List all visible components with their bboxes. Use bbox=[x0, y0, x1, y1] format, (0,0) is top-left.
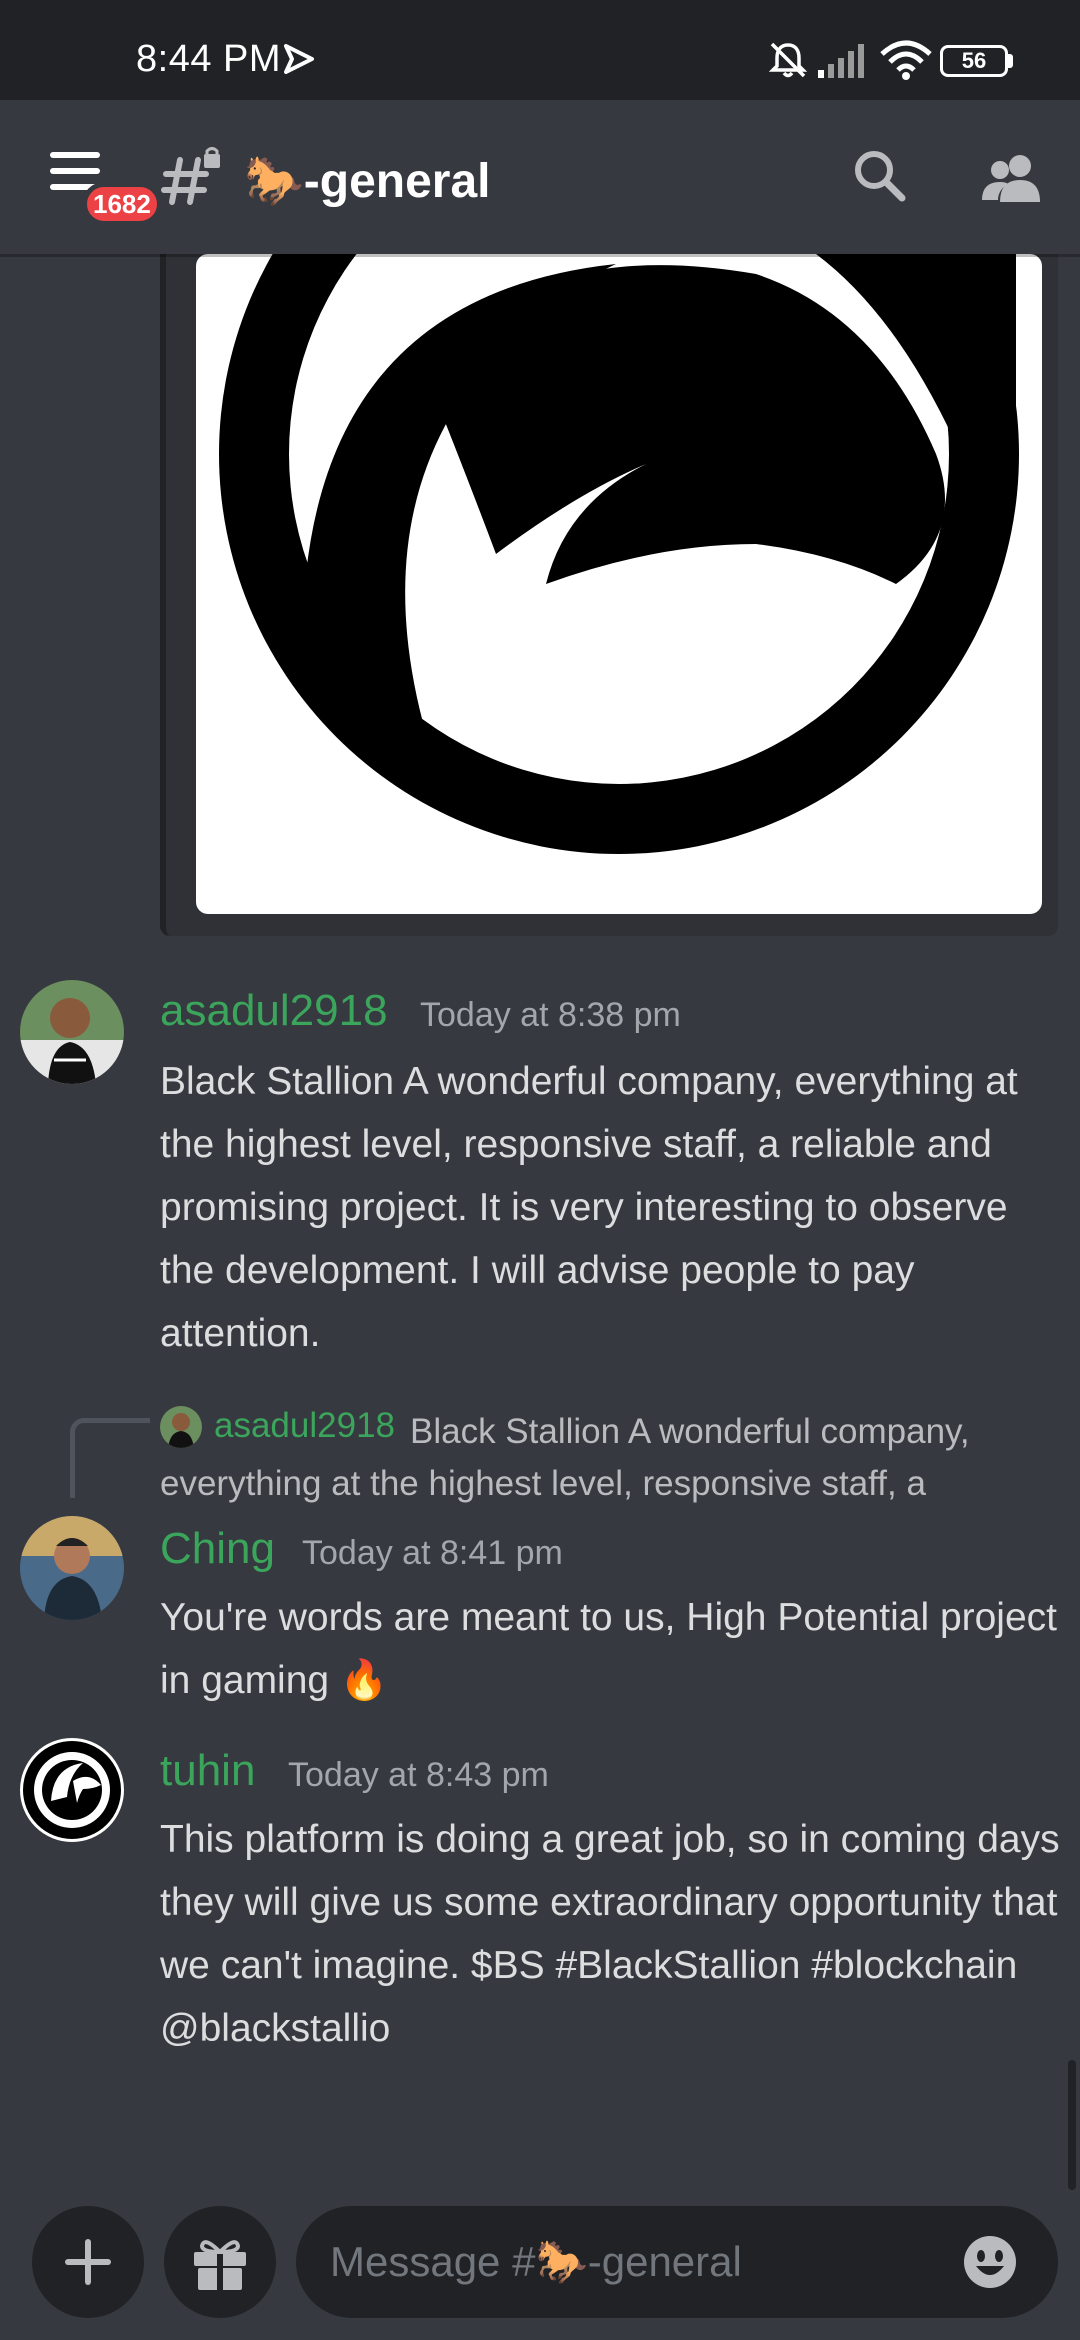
status-bar: 8:44 PM 56 bbox=[0, 0, 1080, 100]
status-time: 8:44 PM bbox=[136, 38, 282, 80]
username[interactable]: Ching bbox=[160, 1524, 275, 1574]
unread-badge: 1682 bbox=[82, 182, 162, 226]
gift-icon bbox=[194, 2240, 246, 2290]
add-attachment-button[interactable] bbox=[32, 2206, 144, 2318]
message-input-placeholder: Message #🐎-general bbox=[330, 2238, 742, 2285]
wifi-icon bbox=[880, 40, 932, 80]
black-stallion-logo-image[interactable] bbox=[196, 254, 1042, 914]
message-content: This platform is doing a great job, so i… bbox=[160, 1818, 1060, 2050]
channel-header: 1682 🐎-general bbox=[0, 100, 1080, 254]
locked-hash-icon bbox=[161, 147, 220, 205]
battery-indicator: 56 bbox=[940, 45, 1008, 77]
timestamp: Today at 8:41 pm bbox=[302, 1534, 563, 1572]
channel-name: 🐎-general bbox=[244, 155, 491, 208]
image-embed[interactable] bbox=[160, 230, 1058, 936]
message-content: Black Stallion A wonderful company, ever… bbox=[160, 1060, 1018, 1355]
plus-icon bbox=[65, 2239, 111, 2285]
avatar[interactable] bbox=[20, 1738, 124, 1842]
gift-button[interactable] bbox=[164, 2206, 276, 2318]
username[interactable]: tuhin bbox=[160, 1746, 255, 1796]
discord-app: 8:44 PM 56 1682 🐎-general asadul2918 Tod… bbox=[0, 0, 1080, 2340]
navigation-arrow-icon bbox=[284, 44, 314, 74]
muted-bell-icon bbox=[768, 42, 808, 78]
emoji-icon[interactable] bbox=[962, 2234, 1018, 2290]
message-input[interactable]: Message #🐎-general bbox=[296, 2206, 1058, 2318]
timestamp: Today at 8:43 pm bbox=[288, 1756, 549, 1794]
username[interactable]: asadul2918 bbox=[160, 986, 388, 1036]
timestamp: Today at 8:38 pm bbox=[420, 996, 681, 1034]
reply-connector bbox=[70, 1418, 150, 1498]
avatar[interactable] bbox=[20, 1516, 124, 1620]
avatar[interactable] bbox=[20, 980, 124, 1084]
reply-username[interactable]: asadul2918 bbox=[214, 1406, 395, 1446]
scrollbar[interactable] bbox=[1068, 2060, 1076, 2190]
signal-icon bbox=[818, 44, 864, 78]
search-icon[interactable] bbox=[852, 148, 908, 204]
members-icon[interactable] bbox=[980, 152, 1044, 204]
battery-tip bbox=[1008, 54, 1013, 68]
message-content: You're words are meant to us, High Poten… bbox=[160, 1596, 1057, 1702]
